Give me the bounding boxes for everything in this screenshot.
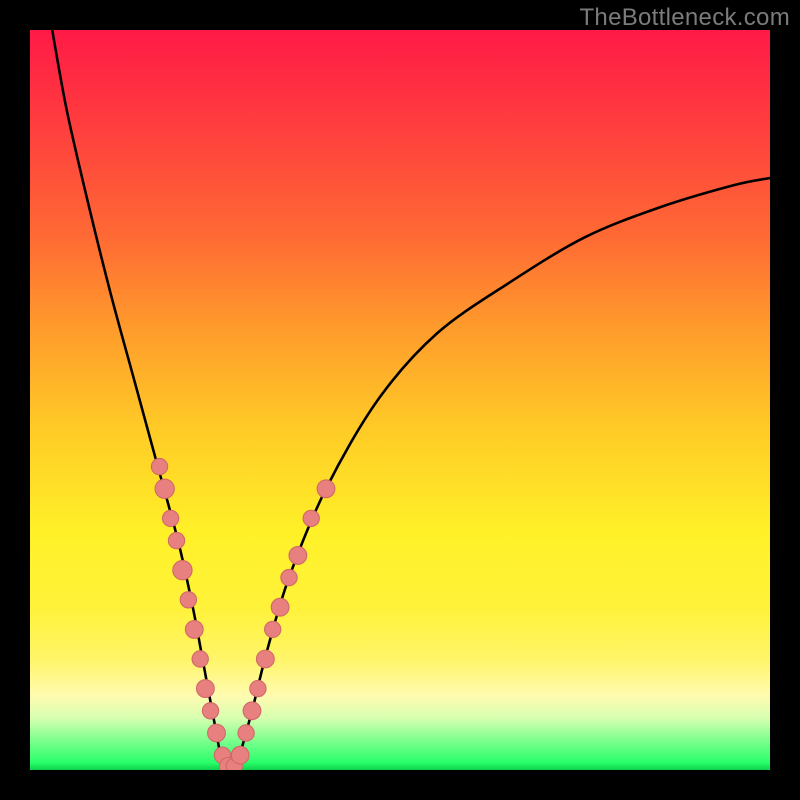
curve-marker [151, 458, 167, 474]
curve-marker [265, 621, 281, 637]
curve-marker [243, 702, 261, 720]
curve-marker [202, 703, 218, 719]
curve-marker [192, 651, 208, 667]
curve-marker [256, 650, 274, 668]
curve-marker [173, 561, 192, 580]
curve-marker [238, 725, 254, 741]
watermark-text: TheBottleneck.com [579, 4, 790, 32]
chart-frame: TheBottleneck.com [0, 0, 800, 800]
curve-marker [197, 680, 215, 698]
curve-marker [303, 510, 319, 526]
curve-marker [168, 532, 184, 548]
plot-area [30, 30, 770, 770]
curve-marker [271, 598, 289, 616]
curve-marker [162, 510, 178, 526]
curve-marker [185, 621, 203, 639]
curve-markers [151, 458, 335, 770]
curve-marker [180, 592, 196, 608]
bottleneck-curve-path [52, 30, 770, 770]
curve-marker [208, 724, 226, 742]
curve-marker [250, 680, 266, 696]
curve-marker [231, 746, 249, 764]
curve-marker [155, 479, 174, 498]
curve-marker [289, 547, 307, 565]
curve-marker [281, 569, 297, 585]
curve-marker [317, 480, 335, 498]
curve-svg [30, 30, 770, 770]
